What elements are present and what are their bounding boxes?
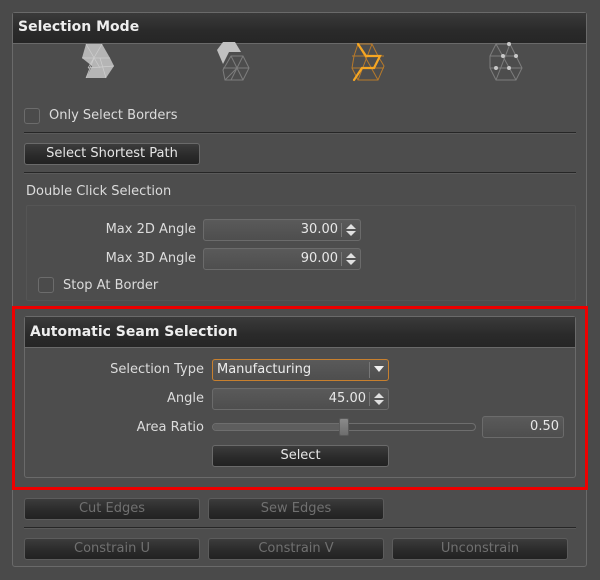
selection-type-label: Selection Type xyxy=(110,362,204,377)
angle-value: 45.00 xyxy=(328,391,366,406)
angle-label: Angle xyxy=(167,391,204,406)
edges-icon xyxy=(351,42,385,82)
seam-title: Automatic Seam Selection xyxy=(30,324,238,340)
separator xyxy=(24,132,576,134)
separator xyxy=(24,172,576,174)
spin-divider xyxy=(341,223,342,237)
max-2d-angle-label: Max 2D Angle xyxy=(105,222,196,237)
dropdown-divider xyxy=(369,362,370,378)
spin-divider xyxy=(369,392,370,406)
slider-fill xyxy=(213,424,344,430)
panel-title: Selection Mode xyxy=(18,19,140,35)
spin-arrows-icon[interactable] xyxy=(373,392,385,406)
separator xyxy=(24,527,576,529)
spin-divider xyxy=(341,252,342,266)
angle-spinbox[interactable]: 45.00 xyxy=(212,388,389,410)
area-ratio-field[interactable]: 0.50 xyxy=(482,416,564,438)
select-button[interactable]: Select xyxy=(212,445,389,467)
select-shortest-path-button[interactable]: Select Shortest Path xyxy=(24,143,200,165)
spin-arrows-icon[interactable] xyxy=(345,223,357,237)
area-ratio-value: 0.50 xyxy=(530,419,559,434)
unconstrain-button[interactable]: Unconstrain xyxy=(392,538,568,560)
spin-arrows-icon[interactable] xyxy=(345,252,357,266)
stop-at-border-label: Stop At Border xyxy=(63,278,159,293)
sew-edges-button[interactable]: Sew Edges xyxy=(208,498,384,520)
edge-mode-button[interactable] xyxy=(344,38,390,84)
selection-type-value: Manufacturing xyxy=(217,362,312,377)
constrain-v-button[interactable]: Constrain V xyxy=(208,538,384,560)
constrain-u-button[interactable]: Constrain U xyxy=(24,538,200,560)
selection-type-dropdown[interactable]: Manufacturing xyxy=(212,359,389,381)
max-2d-angle-spinbox[interactable]: 30.00 xyxy=(203,219,361,241)
area-ratio-label: Area Ratio xyxy=(136,420,204,435)
max-3d-angle-spinbox[interactable]: 90.00 xyxy=(203,248,361,270)
face-mode-button[interactable] xyxy=(74,38,120,84)
faces-icon xyxy=(82,43,115,79)
only-select-borders-label: Only Select Borders xyxy=(49,108,178,123)
island-mode-button[interactable] xyxy=(209,38,255,84)
vertex-mode-button[interactable] xyxy=(482,38,528,84)
double-click-selection-heading: Double Click Selection xyxy=(26,184,172,199)
only-select-borders-checkbox[interactable] xyxy=(24,108,40,124)
max-2d-angle-value: 30.00 xyxy=(300,222,338,237)
island-icon xyxy=(217,42,250,81)
max-3d-angle-label: Max 3D Angle xyxy=(105,251,196,266)
max-3d-angle-value: 90.00 xyxy=(300,251,338,266)
stop-at-border-checkbox[interactable] xyxy=(38,277,54,293)
chevron-down-icon xyxy=(374,366,384,372)
cut-edges-button[interactable]: Cut Edges xyxy=(24,498,200,520)
seam-header: Automatic Seam Selection xyxy=(25,317,575,348)
area-ratio-slider[interactable] xyxy=(212,418,476,436)
vertices-icon xyxy=(489,42,523,81)
slider-thumb[interactable] xyxy=(339,418,349,436)
